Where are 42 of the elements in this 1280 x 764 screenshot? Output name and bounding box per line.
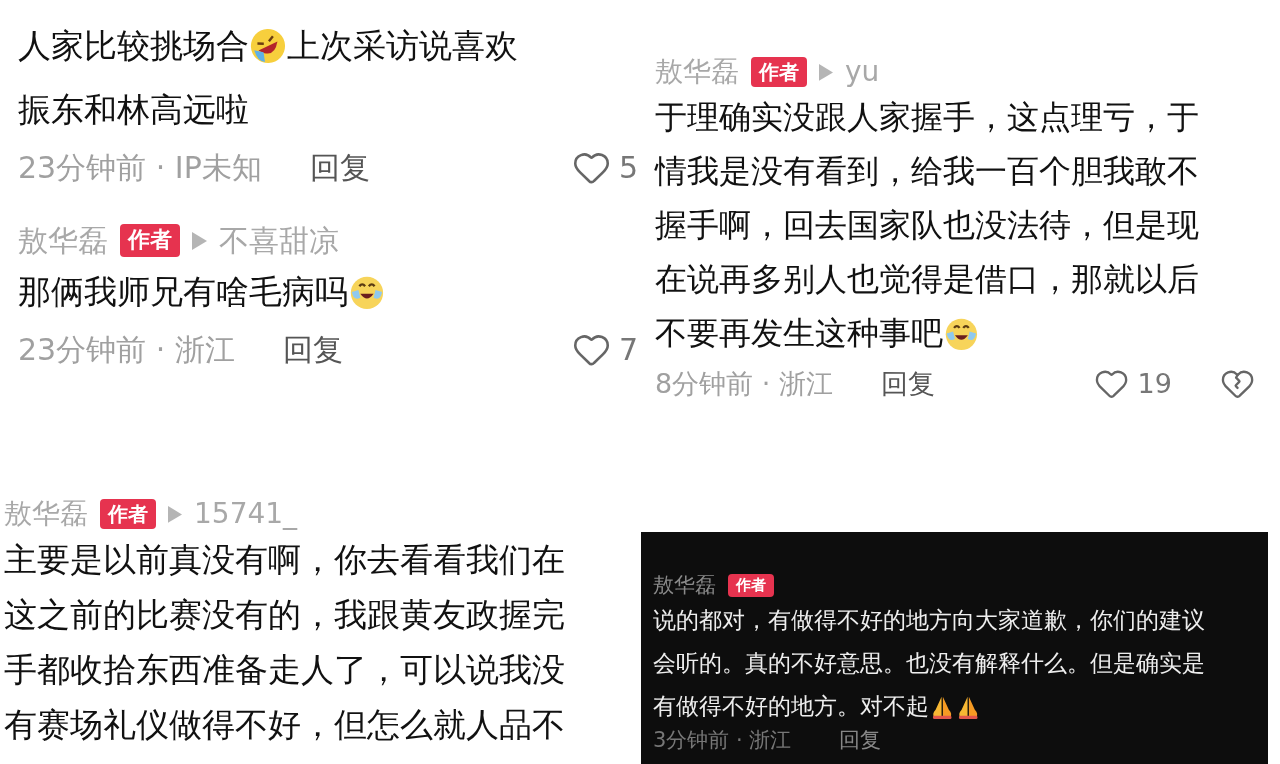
comment-text: 会听的。真的不好意思。也没有解释什么。但是确实是 — [653, 649, 1205, 679]
reply-link[interactable]: 回复 — [880, 367, 935, 401]
comment-time: 23分钟前 · IP未知 — [18, 149, 262, 186]
comment-text: 振东和林高远啦 — [18, 89, 249, 131]
comment-text: 那俩我师兄有啥毛病吗 — [18, 271, 348, 313]
comment-text: 不要再发生这种事吧 — [655, 313, 943, 355]
reply-to-name[interactable]: 不喜甜凉 — [219, 221, 339, 260]
comment-text: 手都收拾东西准备走人了，可以说我没 — [4, 649, 565, 692]
comment-text: 这之前的比赛没有的，我跟黄友政握完 — [4, 594, 565, 637]
author-badge: 作者 — [100, 499, 156, 530]
comment-text: 有做得不好的地方。对不起 — [653, 692, 929, 722]
author-badge: 作者 — [751, 57, 807, 88]
reply-to-name[interactable]: 15741_ — [194, 496, 298, 533]
comment-text: 主要是以前真没有啊，你去看看我们在 — [4, 539, 565, 582]
reply-link[interactable]: 回复 — [839, 728, 882, 754]
comment-text: 情我是没有看到，给我一百个胆我敢不 — [655, 151, 1199, 193]
triangle-icon — [168, 505, 182, 523]
author-name[interactable]: 敖华磊 — [18, 221, 108, 260]
comment-time: 23分钟前 · 浙江 — [18, 331, 235, 368]
author-name[interactable]: 敖华磊 — [4, 496, 88, 533]
reply-to-name[interactable]: yu — [845, 54, 880, 91]
reply-link[interactable]: 回复 — [309, 149, 370, 186]
triangle-icon — [192, 231, 207, 250]
comment-text: 于理确实没跟人家握手，这点理亏，于 — [655, 97, 1199, 139]
like-count: 5 — [618, 149, 638, 186]
comment-text: 说的都对，有做得不好的地方向大家道歉，你们的建议 — [653, 606, 1205, 636]
comment-text: 有赛场礼仪做得不好，但怎么就人品不 — [4, 704, 565, 747]
like-count: 19 — [1137, 367, 1172, 401]
comment-text: 在说再多别人也觉得是借口，那就以后 — [655, 259, 1199, 301]
author-name[interactable]: 敖华磊 — [653, 572, 716, 600]
triangle-icon — [819, 63, 833, 81]
comment-text: 上次采访说喜欢 — [286, 25, 518, 67]
comment-time: 3分钟前 · 浙江 — [653, 728, 792, 754]
laughing-emoji-icon — [249, 27, 287, 65]
reply-link[interactable]: 回复 — [282, 331, 343, 368]
comment-text: 人家比较挑场合 — [18, 25, 249, 67]
author-badge: 作者 — [120, 224, 180, 257]
like-count: 7 — [618, 331, 638, 368]
author-name[interactable]: 敖华磊 — [655, 54, 739, 91]
comment-time: 8分钟前 · 浙江 — [655, 367, 833, 401]
author-badge: 作者 — [728, 573, 774, 598]
comment-text: 握手啊，回去国家队也没法待，但是现 — [655, 205, 1199, 247]
